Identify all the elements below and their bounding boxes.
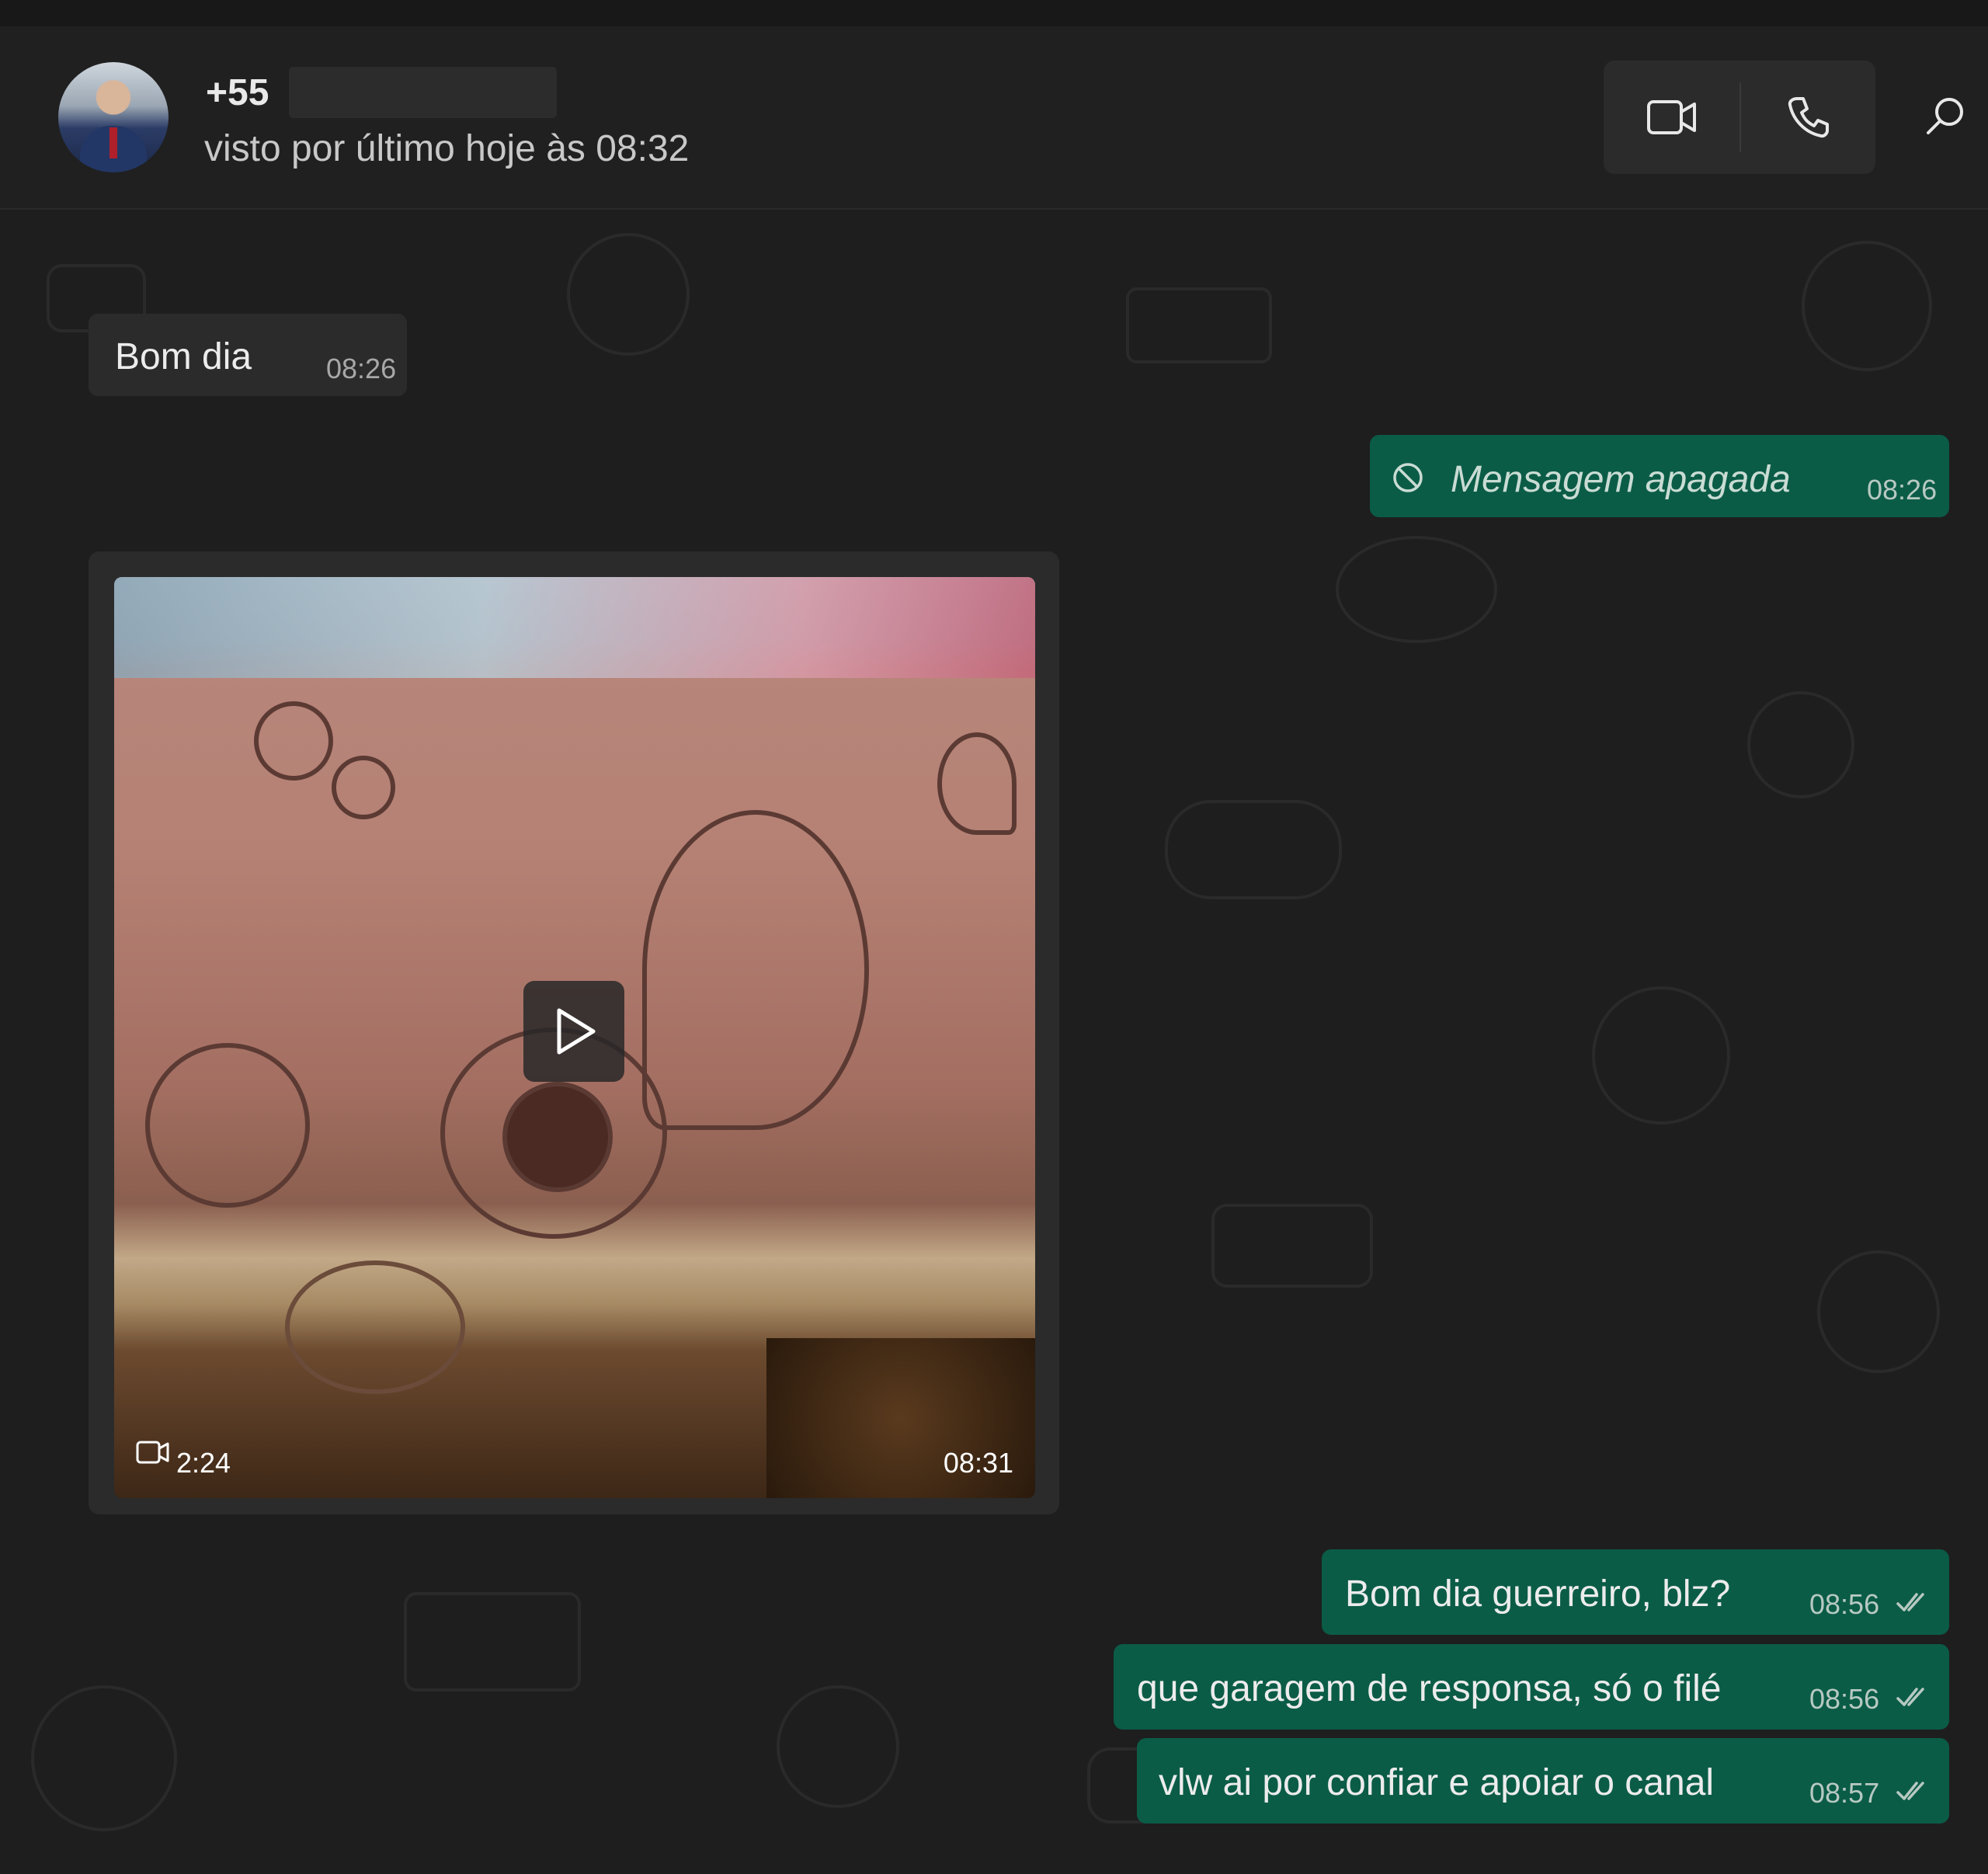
- wallpaper-doodle: [1211, 1204, 1373, 1288]
- blocked-icon: [1393, 463, 1423, 492]
- wallpaper-doodle: [1802, 241, 1932, 371]
- contact-avatar[interactable]: [58, 62, 169, 172]
- wallpaper-doodle: [777, 1685, 899, 1808]
- message-time: 08:57: [1809, 1777, 1880, 1809]
- video-camera-icon: [136, 1441, 169, 1464]
- message-time: 08:56: [1809, 1683, 1880, 1715]
- wallpaper-doodle: [567, 233, 690, 356]
- wallpaper-doodle: [1817, 1250, 1940, 1373]
- message-bubble-incoming[interactable]: Bom dia 08:26: [89, 314, 407, 396]
- play-icon: [557, 1008, 596, 1055]
- wallpaper-doodle: [1336, 536, 1497, 643]
- message-bubble-outgoing[interactable]: Mensagem apagada 08:26: [1370, 435, 1949, 517]
- last-seen-status: visto por último hoje às 08:32: [204, 128, 690, 169]
- message-text: vlw ai por confiar e apoiar o canal: [1159, 1762, 1715, 1803]
- wallpaper-doodle: [1165, 800, 1342, 899]
- message-bubble-outgoing[interactable]: Bom dia guerreiro, blz? 08:56: [1322, 1549, 1949, 1635]
- search-icon: [1927, 98, 1963, 134]
- contact-name[interactable]: +55: [206, 71, 269, 114]
- call-buttons: [1604, 61, 1875, 174]
- window-top-strip: [0, 0, 1988, 26]
- video-camera-icon: [1646, 100, 1696, 134]
- message-text: Bom dia: [115, 336, 252, 377]
- message-time: 08:31: [943, 1447, 1013, 1479]
- double-check-icon: [1896, 1688, 1924, 1706]
- message-time: 08:26: [1867, 474, 1938, 506]
- voice-call-button[interactable]: [1740, 61, 1875, 174]
- wallpaper-doodle: [1126, 287, 1272, 363]
- double-check-icon: [1896, 1593, 1924, 1612]
- wallpaper-doodle: [404, 1592, 581, 1691]
- message-time: 08:56: [1809, 1588, 1880, 1620]
- message-bubble-outgoing[interactable]: que garagem de responsa, só o filé 08:56: [1114, 1644, 1949, 1730]
- chat-header: +55 visto por último hoje às 08:32: [0, 26, 1988, 210]
- search-button[interactable]: [1918, 89, 1972, 143]
- chat-area[interactable]: Bom dia 08:26 Mensagem apagada 08:26 2:2…: [0, 210, 1988, 1874]
- wallpaper-doodle: [1592, 986, 1730, 1125]
- redacted-number: [289, 67, 557, 118]
- video-duration: 2:24: [176, 1447, 231, 1479]
- wallpaper-doodle: [31, 1685, 177, 1831]
- video-message[interactable]: 2:24 08:31: [89, 551, 1059, 1514]
- double-check-icon: [1896, 1782, 1924, 1800]
- video-thumbnail[interactable]: 2:24 08:31: [114, 577, 1035, 1498]
- phone-icon: [1788, 97, 1829, 138]
- deleted-message-text: Mensagem apagada: [1451, 459, 1791, 500]
- message-bubble-outgoing[interactable]: vlw ai por confiar e apoiar o canal 08:5…: [1137, 1738, 1949, 1824]
- message-text: que garagem de responsa, só o filé: [1137, 1668, 1722, 1709]
- video-call-button[interactable]: [1604, 61, 1740, 174]
- message-time: 08:26: [326, 353, 397, 384]
- message-text: Bom dia guerreiro, blz?: [1345, 1573, 1731, 1615]
- wallpaper-doodle: [1747, 691, 1854, 798]
- play-button[interactable]: [523, 981, 624, 1082]
